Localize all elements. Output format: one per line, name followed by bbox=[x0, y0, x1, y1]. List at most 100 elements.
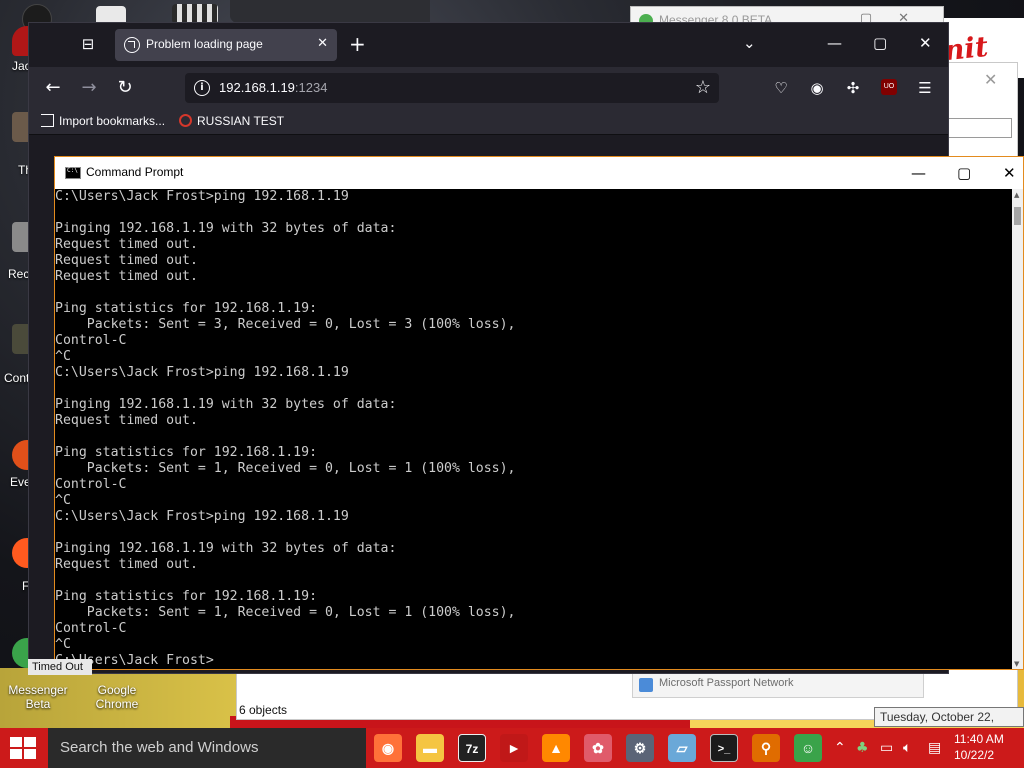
explorer-search-input[interactable] bbox=[946, 118, 1012, 138]
firefox-view-icon[interactable]: ⊟ bbox=[79, 35, 97, 53]
console-output[interactable]: C:\Users\Jack Frost>ping 192.168.1.19 Pin… bbox=[55, 189, 1013, 669]
folder-icon[interactable]: ▬ bbox=[416, 734, 444, 762]
menu-icon[interactable]: ☰ bbox=[915, 78, 935, 98]
cmd-title: Command Prompt bbox=[86, 165, 184, 179]
firefox-icon[interactable]: ◉ bbox=[374, 734, 402, 762]
console-line: ^C bbox=[55, 493, 71, 508]
close-window-button[interactable]: ✕ bbox=[919, 33, 932, 53]
forward-button[interactable]: → bbox=[78, 77, 100, 99]
settings-icon[interactable]: ⚙ bbox=[626, 734, 654, 762]
show-hidden-icons-icon[interactable]: ⌃ bbox=[834, 738, 846, 758]
console-line: Control-C bbox=[55, 477, 127, 492]
tray-app-icon[interactable]: ♣ bbox=[856, 738, 869, 758]
desktop-pixel-icon[interactable] bbox=[172, 4, 218, 24]
console-line: C:\Users\Jack Frost>ping 192.168.1.19 bbox=[55, 509, 349, 524]
bookmark-russian-test[interactable]: RUSSIAN TEST bbox=[179, 114, 284, 128]
bookmark-russian-test-label: RUSSIAN TEST bbox=[197, 114, 285, 128]
cmd-window-icon bbox=[65, 167, 81, 179]
console-line: Request timed out. bbox=[55, 557, 198, 572]
console-line: C:\Users\Jack Frost>ping 192.168.1.19 bbox=[55, 365, 349, 380]
desktop-icon-messenger-beta[interactable]: Messenger Beta bbox=[0, 683, 76, 711]
desktop-icon-cont[interactable]: Cont bbox=[4, 371, 29, 385]
explorer-close-icon[interactable]: ✕ bbox=[984, 70, 997, 89]
clock-time: 11:40 AM bbox=[954, 732, 1004, 746]
pocket-icon[interactable]: ♡ bbox=[771, 78, 791, 98]
action-center-icon[interactable]: ▤ bbox=[928, 738, 941, 758]
console-line: ^C bbox=[55, 637, 71, 652]
url-text[interactable]: 192.168.1.19:1234 bbox=[219, 80, 327, 95]
account-icon[interactable]: ◉ bbox=[807, 78, 827, 98]
cmd-maximize-button[interactable]: ▢ bbox=[957, 163, 971, 183]
desktop-icon-google-chrome[interactable]: Google Chrome bbox=[82, 683, 152, 711]
7zip-icon[interactable]: 7z bbox=[458, 734, 486, 762]
new-tab-button[interactable]: + bbox=[349, 33, 366, 55]
windows-logo-pane bbox=[24, 749, 36, 759]
cmd-icon[interactable]: >_ bbox=[710, 734, 738, 762]
media-player-icon[interactable]: ► bbox=[500, 734, 528, 762]
console-line: Pinging 192.168.1.19 with 32 bytes of da… bbox=[55, 397, 397, 412]
explorer-item-label: Microsoft Passport Network bbox=[659, 677, 794, 689]
taskbar-search-placeholder: Search the web and Windows bbox=[60, 739, 259, 756]
console-line: Packets: Sent = 1, Received = 0, Lost = … bbox=[55, 605, 516, 620]
console-line: Packets: Sent = 3, Received = 0, Lost = … bbox=[55, 317, 516, 332]
console-line: C:\Users\Jack Frost> bbox=[55, 653, 214, 668]
cmd-close-button[interactable]: ✕ bbox=[1003, 163, 1016, 183]
console-line: Pinging 192.168.1.19 with 32 bytes of da… bbox=[55, 221, 397, 236]
cmd-scrollbar[interactable]: ▲ ▼ bbox=[1012, 189, 1023, 669]
minimize-button[interactable]: — bbox=[827, 33, 842, 53]
messenger-icon[interactable]: ☺ bbox=[794, 734, 822, 762]
network-icon[interactable]: ▭ bbox=[880, 738, 893, 758]
explorer-list-item[interactable]: Microsoft Passport Network bbox=[632, 672, 924, 698]
warning-globe-icon bbox=[124, 37, 140, 53]
url-bar[interactable]: i 192.168.1.19:1234 ☆ bbox=[185, 73, 719, 103]
bookmarks-toolbar: Import bookmarks... RUSSIAN TEST bbox=[29, 109, 948, 135]
taskbar-search-box[interactable]: Search the web and Windows bbox=[48, 728, 366, 768]
console-line: Packets: Sent = 1, Received = 0, Lost = … bbox=[55, 461, 516, 476]
cmd-titlebar[interactable]: Command Prompt — ▢ ✕ bbox=[55, 157, 1023, 189]
console-line: Request timed out. bbox=[55, 237, 198, 252]
list-all-tabs-icon[interactable]: ⌄ bbox=[743, 33, 756, 53]
desktop-icon-rec[interactable]: Rec bbox=[8, 267, 29, 281]
console-line: C:\Users\Jack Frost>ping 192.168.1.19 bbox=[55, 189, 349, 204]
bookmark-star-icon[interactable]: ☆ bbox=[695, 77, 711, 98]
console-line: Ping statistics for 192.168.1.19: bbox=[55, 445, 318, 460]
notebook-icon[interactable]: ▱ bbox=[668, 734, 696, 762]
console-line: ^C bbox=[55, 349, 71, 364]
scroll-thumb[interactable] bbox=[1014, 207, 1021, 225]
start-button[interactable] bbox=[8, 736, 38, 760]
gear-app-icon[interactable]: ✿ bbox=[584, 734, 612, 762]
taskbar: Search the web and Windows ◉ ▬ 7z ► ▲ ✿ ⚙ ▱ >_ ⚲ ☺… bbox=[0, 728, 1024, 768]
site-info-icon[interactable]: i bbox=[194, 80, 210, 96]
command-prompt-window: Command Prompt — ▢ ✕ C:\Users\Jack Frost… bbox=[54, 156, 1024, 670]
url-host: 192.168.1.19 bbox=[219, 80, 295, 95]
console-line: Request timed out. bbox=[55, 413, 198, 428]
tab-close-icon[interactable]: ✕ bbox=[317, 36, 328, 51]
bookmark-import[interactable]: Import bookmarks... bbox=[41, 114, 165, 128]
tab-title: Problem loading page bbox=[146, 37, 263, 51]
cmd-minimize-button[interactable]: — bbox=[911, 163, 926, 183]
console-line: Ping statistics for 192.168.1.19: bbox=[55, 301, 318, 316]
import-icon bbox=[41, 114, 54, 127]
volume-icon[interactable]: 🔈︎ bbox=[903, 738, 911, 758]
scroll-up-icon[interactable]: ▲ bbox=[1014, 191, 1019, 199]
windows-logo-icon bbox=[10, 737, 22, 747]
tab-active[interactable]: Problem loading page ✕ bbox=[115, 29, 337, 61]
bookmark-import-label: Import bookmarks... bbox=[59, 114, 166, 128]
maximize-button[interactable]: ▢ bbox=[873, 33, 887, 53]
vlc-icon[interactable]: ▲ bbox=[542, 734, 570, 762]
reload-button[interactable]: ↻ bbox=[114, 77, 136, 99]
console-line: Request timed out. bbox=[55, 269, 198, 284]
ublock-origin-icon[interactable]: UO bbox=[881, 79, 897, 95]
back-button[interactable]: ← bbox=[42, 77, 64, 99]
scroll-down-icon[interactable]: ▼ bbox=[1014, 660, 1019, 668]
extensions-icon[interactable]: ✣ bbox=[843, 78, 863, 98]
tab-bar: ⊟ Problem loading page ✕ + ⌄ — ▢ ✕ bbox=[29, 23, 948, 67]
windows-logo-pane bbox=[24, 737, 36, 747]
magnifier-icon[interactable]: ⚲ bbox=[752, 734, 780, 762]
passport-icon bbox=[639, 678, 653, 692]
taskbar-clock[interactable]: 11:40 AM 10/22/2 bbox=[954, 731, 1004, 763]
